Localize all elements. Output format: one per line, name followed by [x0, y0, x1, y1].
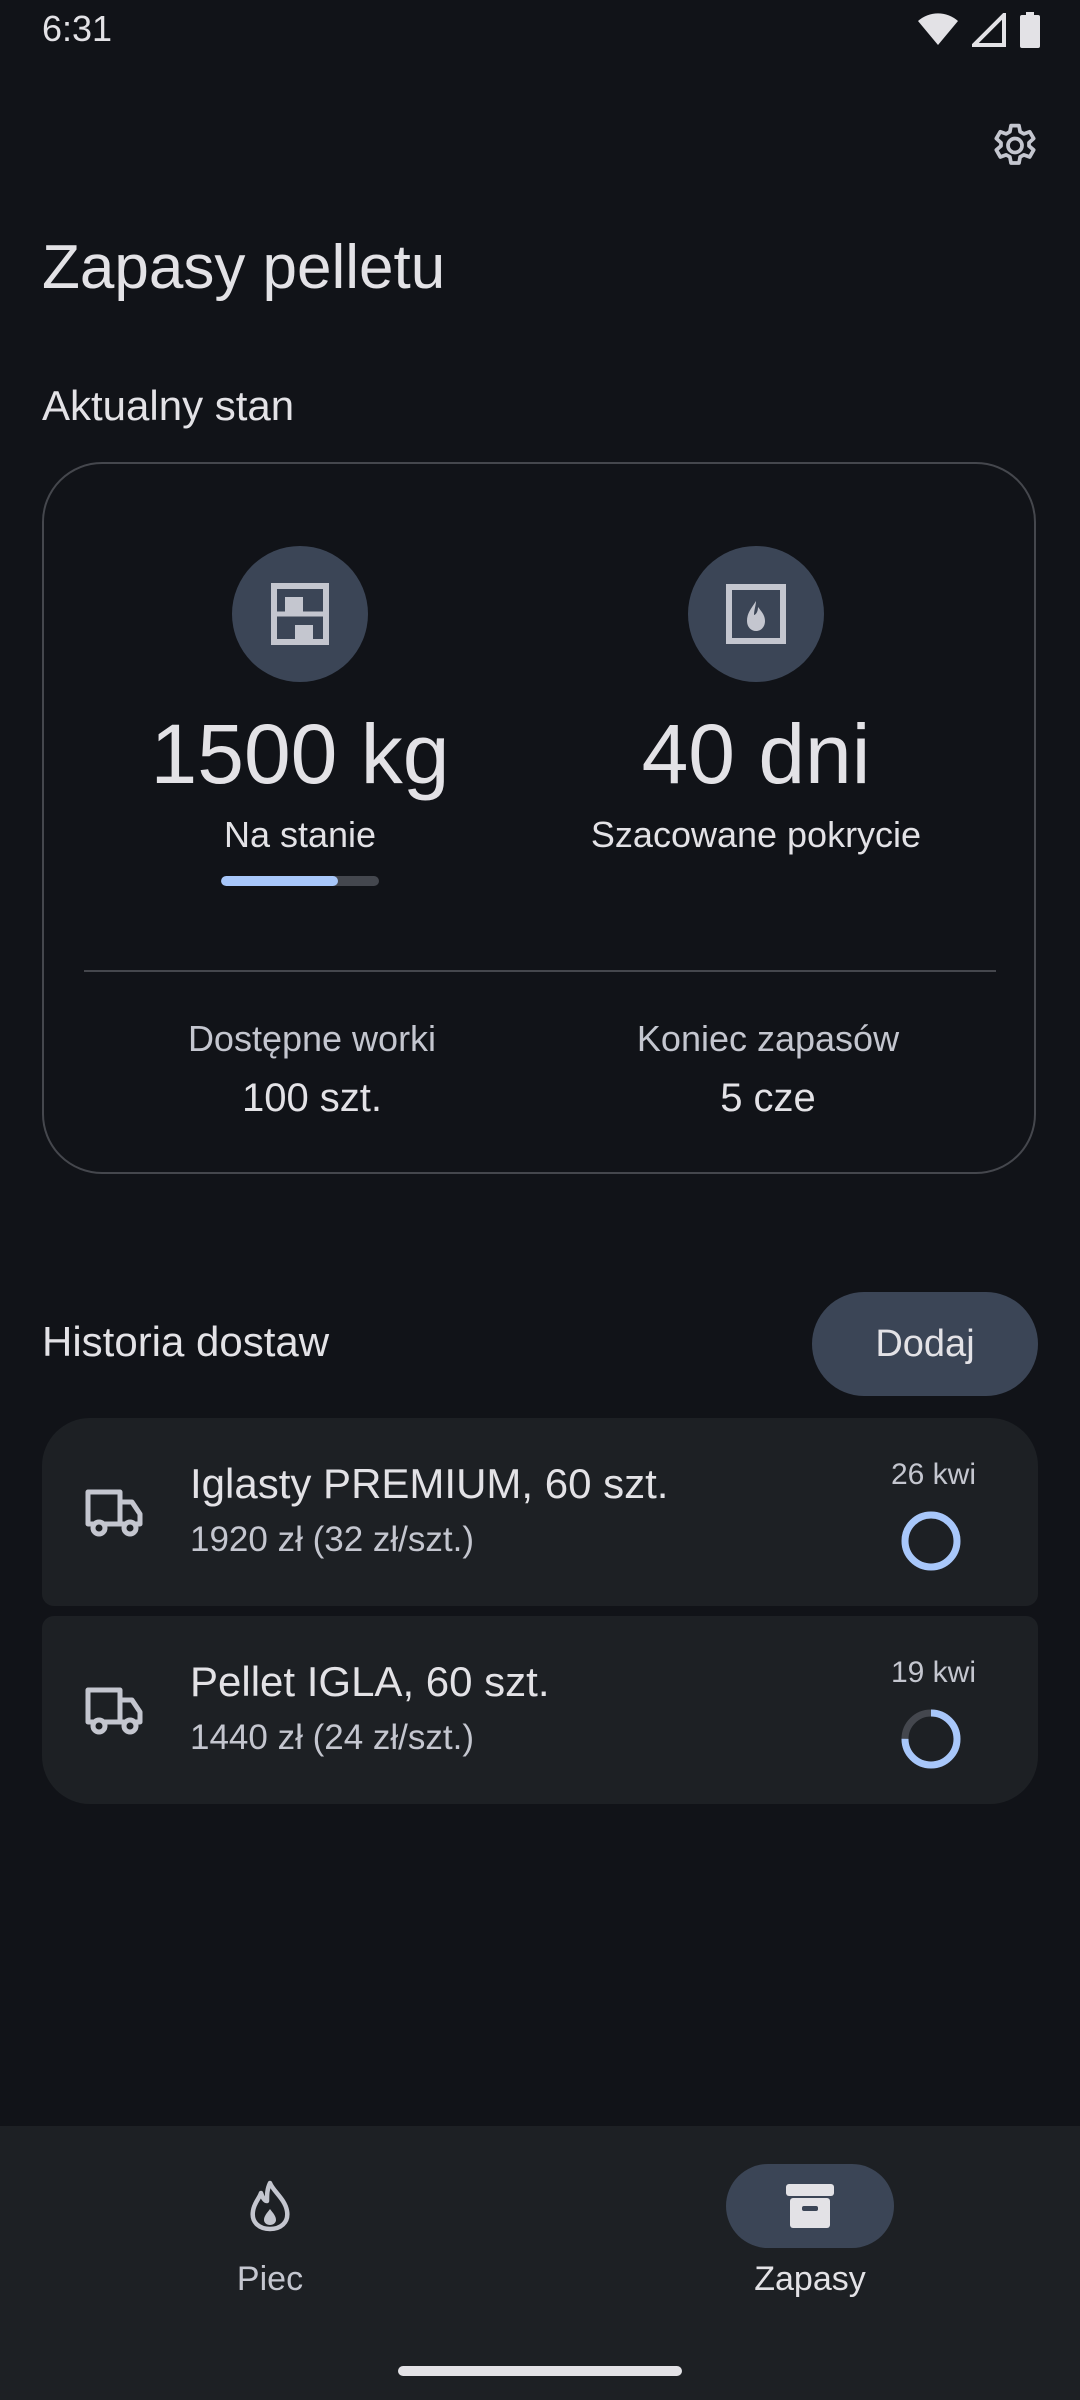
shelves-icon [271, 583, 329, 645]
usage-ring-icon [901, 1511, 961, 1571]
signal-icon [972, 13, 1006, 47]
coverage-days: 40 dni [641, 707, 871, 801]
end-date-label: Koniec zapasów [636, 1018, 900, 1059]
add-delivery-button[interactable]: Dodaj [812, 1292, 1038, 1396]
delivery-name: Iglasty PREMIUM, 60 szt. [190, 1460, 669, 1507]
battery-icon [1020, 12, 1040, 48]
delivery-price: 1920 zł (32 zł/szt.) [190, 1520, 474, 1559]
delivery-name: Pellet IGLA, 60 szt. [190, 1658, 550, 1705]
home-indicator[interactable] [398, 2366, 682, 2376]
stock-amount: 1500 kg [150, 707, 450, 801]
wifi-icon [918, 13, 958, 45]
delivery-item[interactable]: Pellet IGLA, 60 szt. 1440 zł (24 zł/szt.… [42, 1616, 1038, 1804]
settings-button[interactable] [978, 112, 1052, 186]
delivery-date: 26 kwi [890, 1458, 976, 1491]
stock-caption: Na stanie [223, 814, 377, 855]
nav-pill-zapasy [726, 2164, 894, 2248]
nav-label-zapasy: Zapasy [754, 2260, 866, 2298]
nav-item-zapasy[interactable]: Zapasy [660, 2164, 960, 2299]
flame-icon [250, 2180, 290, 2232]
history-label: Historia dostaw [42, 1318, 330, 1365]
nav-item-piec[interactable]: Piec [120, 2164, 420, 2299]
status-icons [918, 10, 1040, 50]
bags-label: Dostępne worki [187, 1018, 437, 1059]
stock-progress-bar [221, 876, 379, 886]
card-divider [84, 970, 996, 972]
usage-ring-icon [901, 1709, 961, 1769]
delivery-price: 1440 zł (24 zł/szt.) [190, 1718, 474, 1757]
coverage-icon-circle [688, 546, 824, 682]
bottom-navigation: Piec Zapasy [0, 2126, 1080, 2400]
gear-icon [994, 123, 1036, 165]
truck-icon [85, 1687, 143, 1735]
delivery-date: 19 kwi [890, 1656, 976, 1689]
coverage-caption: Szacowane pokrycie [590, 814, 922, 855]
end-date-value: 5 cze [720, 1076, 816, 1120]
nav-pill-piec [186, 2164, 354, 2248]
stock-progress-fill [221, 876, 338, 886]
stock-icon-circle [232, 546, 368, 682]
current-state-label: Aktualny stan [42, 382, 295, 429]
fireplace-icon [726, 584, 786, 644]
status-time: 6:31 [42, 8, 113, 49]
page-title: Zapasy pelletu [42, 233, 446, 302]
nav-label-piec: Piec [236, 2260, 304, 2298]
archive-icon [786, 2184, 834, 2228]
delivery-item[interactable]: Iglasty PREMIUM, 60 szt. 1920 zł (32 zł/… [42, 1418, 1038, 1606]
truck-icon [85, 1489, 143, 1537]
bags-value: 100 szt. [241, 1076, 383, 1120]
